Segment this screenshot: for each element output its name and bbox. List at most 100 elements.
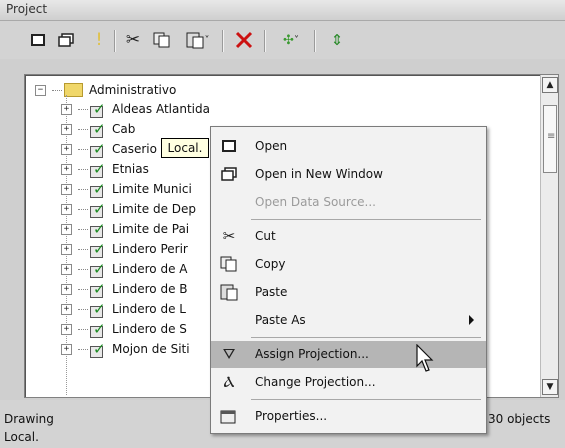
- menu-item-cut[interactable]: ✂ Cut: [211, 223, 486, 250]
- tree-item[interactable]: + ✓ Aldeas Atlantida: [61, 100, 210, 118]
- expand-icon[interactable]: +: [61, 243, 72, 255]
- menu-item-label: Cut: [255, 229, 276, 243]
- layer-check-icon[interactable]: ✓: [90, 340, 106, 358]
- tree-item[interactable]: + ✓ Cab: [61, 120, 135, 138]
- tree-item-label: Limite de Pai: [112, 222, 190, 236]
- layer-check-icon[interactable]: ✓: [90, 200, 106, 218]
- menu-item-paste-as[interactable]: Paste As: [211, 307, 486, 334]
- status-left: Drawing: [4, 412, 54, 426]
- layer-check-icon[interactable]: ✓: [90, 180, 106, 198]
- tree-item[interactable]: + ✓ Lindero Perir: [61, 240, 188, 258]
- copy-icon[interactable]: [150, 29, 174, 51]
- expand-icon[interactable]: +: [61, 123, 72, 135]
- tree-item-label: Lindero de S: [112, 322, 187, 336]
- menu-item-properties[interactable]: Properties...: [211, 403, 486, 430]
- projection-icon: ⛛: [222, 345, 236, 363]
- expand-icon[interactable]: +: [61, 283, 72, 295]
- expand-icon[interactable]: +: [61, 263, 72, 275]
- expand-icon[interactable]: +: [61, 323, 72, 335]
- menu-item-label: Copy: [255, 257, 286, 271]
- tree-item-label: Limite de Dep: [112, 202, 196, 216]
- layer-check-icon[interactable]: ✓: [90, 160, 106, 178]
- layer-check-icon[interactable]: ✓: [90, 140, 106, 158]
- layer-check-icon[interactable]: ✓: [90, 220, 106, 238]
- menu-item-open-data-source: Open Data Source...: [211, 189, 486, 216]
- layer-check-icon[interactable]: ✓: [90, 240, 106, 258]
- expand-icon[interactable]: +: [61, 183, 72, 195]
- tree-item-label: Lindero de B: [112, 282, 188, 296]
- layer-check-icon[interactable]: ✓: [90, 100, 106, 118]
- scissors-icon[interactable]: ✂: [122, 29, 144, 51]
- sort-icon[interactable]: ⇕: [328, 29, 346, 51]
- tree-root[interactable]: − Administrativo: [35, 81, 176, 99]
- delete-icon[interactable]: [232, 29, 256, 51]
- menu-item-open[interactable]: Open: [211, 133, 486, 160]
- tree-item-label: Lindero de L: [112, 302, 186, 316]
- cascade-icon[interactable]: [56, 29, 76, 51]
- expand-icon[interactable]: +: [61, 163, 72, 175]
- expand-icon[interactable]: +: [61, 343, 72, 355]
- window-icon: [218, 137, 240, 155]
- status-object-count: 30 objects: [488, 412, 551, 426]
- tree-item[interactable]: + ✓ Limite de Dep: [61, 200, 196, 218]
- menu-item-assign-projection[interactable]: ⛛ Assign Projection...: [211, 341, 486, 368]
- tree-item-label: Lindero Perir: [112, 242, 188, 256]
- layer-check-icon[interactable]: ✓: [90, 280, 106, 298]
- submenu-arrow-icon: [469, 315, 474, 325]
- collapse-icon[interactable]: −: [35, 84, 46, 96]
- vertical-scrollbar[interactable]: ▲ ≡ ▼: [540, 75, 558, 397]
- tree-item[interactable]: + ✓ Lindero de A: [61, 260, 187, 278]
- paste-icon[interactable]: ˅: [180, 29, 214, 51]
- info-icon[interactable]: !: [92, 29, 106, 51]
- window-title: Project: [6, 2, 48, 16]
- layer-check-icon[interactable]: ✓: [90, 120, 106, 138]
- menu-item-label: Paste As: [255, 313, 306, 327]
- scissors-icon: ✂: [222, 227, 236, 245]
- menu-item-change-projection[interactable]: Ⲁ Change Projection...: [211, 369, 486, 396]
- tree-item-label: Caserio: [112, 142, 157, 156]
- tree-item[interactable]: + ✓ Limite Munici: [61, 180, 192, 198]
- expand-icon[interactable]: +: [61, 203, 72, 215]
- expand-icon[interactable]: +: [61, 303, 72, 315]
- layer-check-icon[interactable]: ✓: [90, 260, 106, 278]
- tree-item-label: Aldeas Atlantida: [112, 102, 210, 116]
- tree-item-label: Mojon de Siti: [112, 342, 190, 356]
- tree-item-label: Cab: [112, 122, 136, 136]
- menu-item-label: Open Data Source...: [255, 195, 376, 209]
- menu-item-open-new-window[interactable]: Open in New Window: [211, 161, 486, 188]
- copy-icon: [218, 255, 240, 273]
- tree-item[interactable]: + ✓ Limite de Pai: [61, 220, 189, 238]
- expand-icon[interactable]: +: [61, 103, 72, 115]
- restore-icon[interactable]: [28, 29, 48, 51]
- menu-item-paste[interactable]: Paste: [211, 279, 486, 306]
- tree-item[interactable]: + ✓ Caserio: [61, 140, 157, 158]
- menu-item-label: Open in New Window: [255, 167, 383, 181]
- menu-item-label: Paste: [255, 285, 288, 299]
- expand-icon[interactable]: +: [61, 223, 72, 235]
- context-menu: Open Open in New Window Open Data Source…: [210, 126, 487, 434]
- menu-item-label: Properties...: [255, 409, 328, 423]
- paste-icon: [218, 283, 240, 301]
- tree-item-label: Lindero de A: [112, 262, 188, 276]
- tree-item[interactable]: + ✓ Lindero de L: [61, 300, 186, 318]
- title-bar: Project: [0, 0, 565, 21]
- tree-item-label: Etnias: [112, 162, 149, 176]
- scroll-down-button[interactable]: ▼: [542, 379, 558, 395]
- add-layer-icon[interactable]: ✣ ˅: [276, 29, 306, 51]
- properties-icon: [218, 407, 240, 425]
- projection-change-icon: Ⲁ: [223, 373, 235, 391]
- mouse-cursor-icon: [416, 343, 436, 377]
- scroll-up-button[interactable]: ▲: [542, 77, 558, 93]
- tree-item[interactable]: + ✓ Etnias: [61, 160, 149, 178]
- tree-root-label: Administrativo: [89, 83, 177, 97]
- tree-item-label: Limite Munici: [112, 182, 192, 196]
- tree-item[interactable]: + ✓ Lindero de B: [61, 280, 188, 298]
- tree-item[interactable]: + ✓ Mojon de Siti: [61, 340, 190, 358]
- layer-check-icon[interactable]: ✓: [90, 300, 106, 318]
- scroll-thumb[interactable]: ≡: [543, 105, 557, 173]
- tree-item[interactable]: + ✓ Lindero de S: [61, 320, 187, 338]
- menu-item-copy[interactable]: Copy: [211, 251, 486, 278]
- expand-icon[interactable]: +: [61, 143, 72, 155]
- menu-item-label: Change Projection...: [255, 375, 376, 389]
- layer-check-icon[interactable]: ✓: [90, 320, 106, 338]
